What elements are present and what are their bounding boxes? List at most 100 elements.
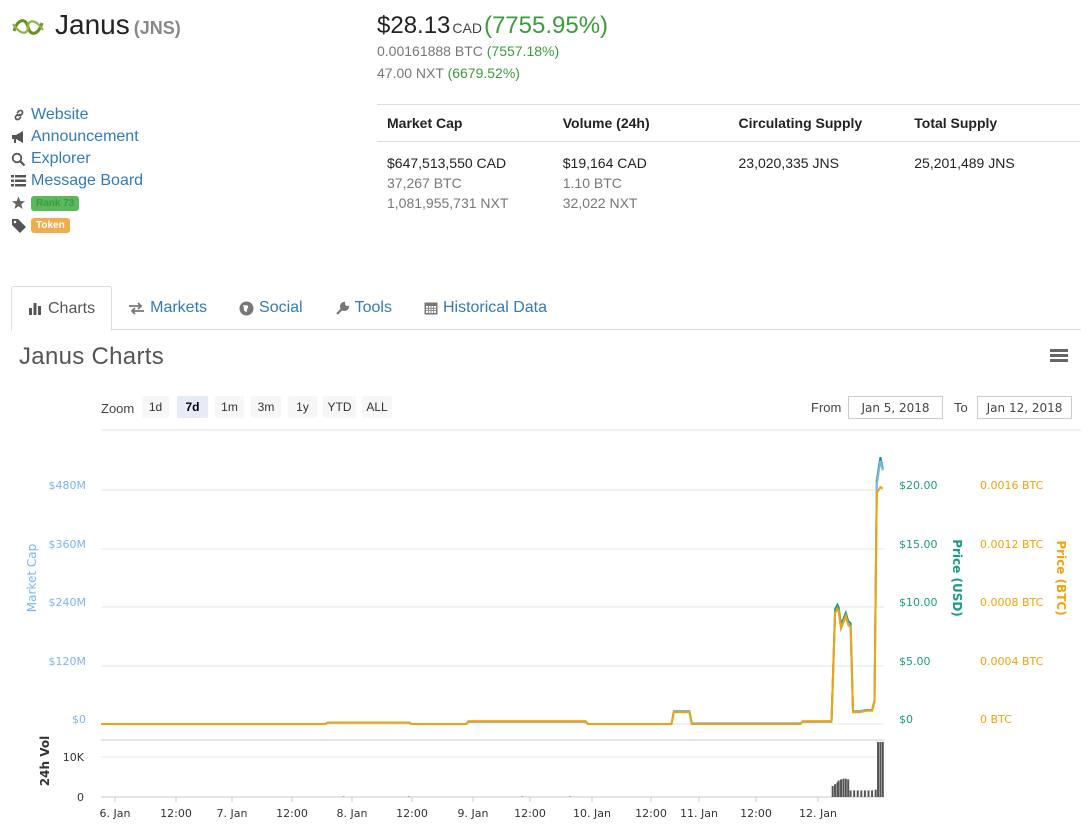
announcement-link[interactable]: Announcement bbox=[10, 126, 210, 148]
from-date-input[interactable]: Jan 5, 2018 bbox=[848, 396, 943, 419]
from-label: From bbox=[811, 400, 842, 415]
market-cap-axis-title: Market Cap bbox=[25, 544, 39, 612]
time-tick-label: 12:00 bbox=[276, 807, 308, 820]
stats-table: Market Cap Volume (24h) Circulating Supp… bbox=[377, 104, 1080, 213]
stats-volume: $19,164 CAD 1.10 BTC 32,022 NXT bbox=[553, 153, 729, 213]
price-btc-tick-label: 0.0016 BTC bbox=[980, 479, 1044, 492]
tab-markets[interactable]: Markets bbox=[112, 286, 223, 330]
time-tick-label: 8. Jan bbox=[337, 807, 368, 820]
chart-title: Janus Charts bbox=[19, 343, 164, 370]
price-change: (7755.95%) bbox=[483, 12, 609, 39]
zoom-ytd-button[interactable]: YTD bbox=[323, 396, 356, 418]
zoom-7d-button[interactable]: 7d bbox=[177, 396, 208, 418]
volume-bar bbox=[853, 790, 856, 797]
price-usd-axis-title: Price (USD) bbox=[950, 539, 964, 617]
to-label: To bbox=[954, 400, 968, 415]
volume-axis-title: 24h Vol bbox=[38, 736, 52, 786]
price-nxt-change: (6679.52%) bbox=[447, 65, 520, 81]
detail-tabs: Charts Markets Social Tools Historical D… bbox=[11, 286, 1081, 331]
price-usd-tick-label: $10.00 bbox=[899, 596, 938, 609]
time-tick-label: 12:00 bbox=[740, 807, 772, 820]
stats-header-circulating: Circulating Supply bbox=[738, 115, 863, 131]
volume-bar bbox=[849, 790, 852, 797]
volume-bar bbox=[881, 742, 884, 797]
price-btc-tick-label: 0.0012 BTC bbox=[980, 538, 1044, 551]
tab-markets-label[interactable]: Markets bbox=[150, 299, 207, 317]
price-usd-series-line bbox=[101, 456, 884, 725]
website-link[interactable]: Website bbox=[10, 104, 210, 126]
tab-charts-label[interactable]: Charts bbox=[48, 300, 95, 318]
volume-bar bbox=[831, 786, 834, 797]
tab-historical-data-label[interactable]: Historical Data bbox=[443, 299, 547, 317]
price-btc-series-line bbox=[101, 485, 884, 725]
price-nxt-value: 47.00 NXT bbox=[377, 65, 444, 81]
market-cap-tick-label: $0 bbox=[72, 713, 86, 726]
coin-name: Janus (JNS) bbox=[55, 9, 181, 41]
tab-social[interactable]: Social bbox=[223, 286, 319, 330]
volume-axis: 0 10K 24h Vol bbox=[38, 736, 85, 804]
time-tick-label: 11. Jan bbox=[680, 807, 718, 820]
stats-body-row: $647,513,550 CAD 37,267 BTC 1,081,955,73… bbox=[377, 142, 1080, 213]
zoom-3m-button[interactable]: 3m bbox=[251, 396, 281, 418]
time-tick-label: 12:00 bbox=[514, 807, 546, 820]
tab-historical-data[interactable]: Historical Data bbox=[408, 286, 563, 330]
message-board-label[interactable]: Message Board bbox=[31, 172, 143, 190]
price-usd-tick-label: $20.00 bbox=[899, 479, 938, 492]
stats-total: 25,201,489 JNS bbox=[904, 153, 1080, 213]
rank-row: Rank 73 bbox=[10, 192, 210, 214]
stats-market-cap: $647,513,550 CAD 37,267 BTC 1,081,955,73… bbox=[377, 153, 553, 213]
volume-cad: $19,164 CAD bbox=[562, 155, 647, 171]
tab-charts[interactable]: Charts bbox=[11, 286, 113, 331]
calendar-icon bbox=[424, 301, 438, 315]
announcement-label[interactable]: Announcement bbox=[31, 128, 139, 146]
zoom-1d-button[interactable]: 1d bbox=[142, 396, 169, 418]
volume-nxt: 32,022 NXT bbox=[562, 195, 638, 211]
explorer-label[interactable]: Explorer bbox=[31, 150, 91, 168]
market-cap-tick-label: $120M bbox=[49, 655, 87, 668]
price-usd-tick-label: $15.00 bbox=[899, 538, 938, 551]
market-cap-btc: 37,267 BTC bbox=[387, 175, 462, 191]
message-board-link[interactable]: Message Board bbox=[10, 170, 210, 192]
price-main: $28.13 CAD(7755.95%) bbox=[377, 12, 608, 40]
zoom-all-button[interactable]: ALL bbox=[362, 396, 392, 418]
tab-tools[interactable]: Tools bbox=[319, 286, 408, 330]
market-cap-tick-label: $360M bbox=[49, 538, 87, 551]
chart-series bbox=[101, 456, 884, 797]
volume-bar bbox=[874, 789, 877, 797]
menu-line-icon bbox=[1050, 349, 1068, 352]
time-tick-label: 9. Jan bbox=[458, 807, 489, 820]
token-badge: Token bbox=[31, 217, 70, 233]
market-cap-series-line bbox=[101, 460, 884, 725]
volume-bar bbox=[867, 790, 870, 797]
tab-social-label[interactable]: Social bbox=[259, 299, 303, 317]
bar-chart-icon bbox=[28, 302, 43, 315]
price-nxt: 47.00 NXT (6679.52%) bbox=[377, 65, 520, 81]
zoom-1y-button[interactable]: 1y bbox=[288, 396, 317, 418]
volume-bar bbox=[863, 790, 866, 797]
stats-header-row: Market Cap Volume (24h) Circulating Supp… bbox=[377, 105, 1080, 142]
volume-bar bbox=[856, 790, 859, 797]
zoom-1m-button[interactable]: 1m bbox=[215, 396, 244, 418]
stats-header-total: Total Supply bbox=[914, 115, 998, 131]
tag-icon bbox=[10, 217, 27, 233]
price-usd-tick-label: $5.00 bbox=[899, 655, 931, 668]
price-btc-tick-label: 0 BTC bbox=[980, 713, 1012, 726]
list-icon bbox=[10, 173, 27, 189]
to-date-input[interactable]: Jan 12, 2018 bbox=[977, 396, 1072, 419]
price-chart[interactable]: $0 $120M $240M $360M $480M $0 $5.00 $10.00 $15.… bbox=[0, 425, 1091, 835]
price-value: $28.13 bbox=[377, 12, 451, 39]
explorer-link[interactable]: Explorer bbox=[10, 148, 210, 170]
website-label[interactable]: Website bbox=[31, 106, 89, 124]
volume-bar bbox=[842, 778, 845, 797]
time-tick-label: 6. Jan bbox=[100, 807, 131, 820]
volume-bar bbox=[847, 779, 850, 797]
time-tick-label: 12:00 bbox=[635, 807, 667, 820]
volume-bar bbox=[837, 780, 840, 797]
volume-bar bbox=[834, 784, 837, 797]
price-btc-value: 0.00161888 BTC bbox=[377, 43, 483, 59]
chart-menu-icon[interactable] bbox=[1050, 349, 1068, 363]
star-icon bbox=[10, 195, 27, 211]
tab-tools-label[interactable]: Tools bbox=[355, 299, 392, 317]
tag-row: Token bbox=[10, 214, 210, 236]
total-supply: 25,201,489 JNS bbox=[914, 155, 1015, 171]
